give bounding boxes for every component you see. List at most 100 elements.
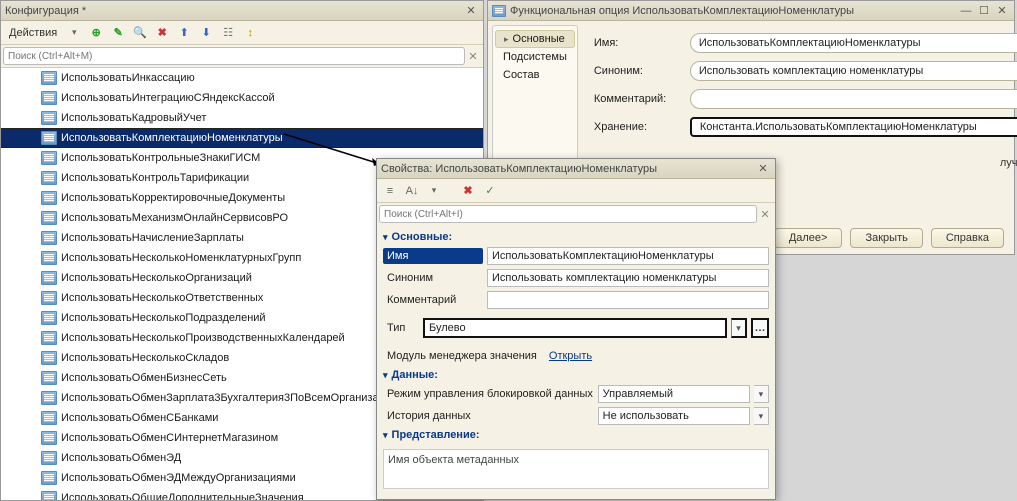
tree-item-label: ИспользоватьОбменБизнесСеть (61, 372, 227, 384)
tree-item[interactable]: ИспользоватьКомплектациюНоменклатуры (1, 128, 483, 148)
search-clear-icon[interactable]: ✕ (465, 50, 481, 63)
prop-type-input[interactable] (423, 318, 727, 338)
edit-icon[interactable]: ✎ (109, 24, 127, 42)
properties-icon[interactable]: ☷ (219, 24, 237, 42)
tree-item-icon (41, 271, 57, 285)
tree-item-label: ИспользоватьКорректировочныеДокументы (61, 192, 285, 204)
prop-type-label: Тип (383, 322, 419, 334)
tree-item-icon (41, 191, 57, 205)
open-module-link[interactable]: Открыть (549, 350, 592, 362)
fo-nav-content[interactable]: Состав (493, 66, 577, 84)
tree-item-label: ИспользоватьКонтрольТарификации (61, 172, 249, 184)
history-dropdown-icon[interactable]: ▾ (754, 407, 769, 425)
find-icon[interactable]: 🔍 (131, 24, 149, 42)
tree-item-label: ИспользоватьНесколькоНоменклатурныхГрупп (61, 252, 301, 264)
close-icon[interactable]: ✕ (994, 3, 1010, 19)
prop-comment-input[interactable] (487, 291, 769, 309)
tree-item-label: ИспользоватьОбменЗарплата3Бухгалтерия3По… (61, 392, 405, 404)
tree-item[interactable]: ИспользоватьИнтеграциюСЯндексКассой (1, 88, 483, 108)
props-title: Свойства: ИспользоватьКомплектациюНоменк… (381, 163, 657, 175)
fo-name-input[interactable] (690, 33, 1017, 53)
fo-storage-input[interactable] (690, 117, 1017, 137)
maximize-icon[interactable]: ☐ (976, 3, 992, 19)
fo-synonym-input[interactable] (690, 61, 1017, 81)
tree-item-icon (41, 91, 57, 105)
section-main[interactable]: Основные: (383, 229, 769, 245)
dropdown-icon[interactable]: ▾ (425, 182, 443, 200)
type-ellipsis-button[interactable]: … (751, 318, 769, 338)
tree-item-label: ИспользоватьОбменЭД (61, 452, 181, 464)
clear-icon[interactable]: ✖ (459, 182, 477, 200)
fo-synonym-label: Синоним: (594, 65, 684, 77)
tree-item-label: ИспользоватьКомплектациюНоменклатуры (61, 132, 283, 144)
delete-icon[interactable]: ✖ (153, 24, 171, 42)
categories-icon[interactable]: ≡ (381, 182, 399, 200)
tree-item-label: ИспользоватьМеханизмОнлайнСервисовРО (61, 212, 288, 224)
fo-button-bar: Далее> Закрыть Справка (774, 228, 1004, 248)
prop-synonym-input[interactable] (487, 269, 769, 287)
fo-title: Функциональная опция ИспользоватьКомплек… (510, 5, 854, 17)
tree-item-label: ИспользоватьНесколькоПодразделений (61, 312, 266, 324)
apply-icon[interactable]: ✓ (481, 182, 499, 200)
actions-menu[interactable]: Действия (5, 27, 61, 39)
tree-item-icon (41, 451, 57, 465)
tree-item[interactable]: ИспользоватьКадровыйУчет (1, 108, 483, 128)
tree-item-label: ИспользоватьИнтеграциюСЯндексКассой (61, 92, 275, 104)
alphabet-icon[interactable]: A↓ (403, 182, 421, 200)
config-search-row: ✕ (1, 45, 483, 67)
tree-item-icon (41, 371, 57, 385)
minimize-icon[interactable]: — (958, 3, 974, 19)
help-button[interactable]: Справка (931, 228, 1004, 248)
props-search-row: ✕ (377, 203, 775, 225)
close-icon[interactable]: ✕ (755, 161, 771, 177)
next-button[interactable]: Далее> (774, 228, 843, 248)
config-titlebar: Конфигурация * ✕ (1, 1, 483, 21)
tree-item-icon (41, 251, 57, 265)
tree-item-icon (41, 291, 57, 305)
tree-item-label: ИспользоватьНачислениеЗарплаты (61, 232, 244, 244)
add-icon[interactable]: ⊕ (87, 24, 105, 42)
tree-item-icon (41, 331, 57, 345)
config-search-input[interactable] (3, 47, 465, 65)
props-search-input[interactable] (379, 205, 757, 223)
config-toolbar: Действия ▾ ⊕ ✎ 🔍 ✖ ⬆ ⬇ ☷ ↕ (1, 21, 483, 45)
prop-lockmode-input[interactable] (598, 385, 750, 403)
tree-item-label: ИспользоватьИнкассацию (61, 72, 195, 84)
close-icon[interactable]: ✕ (463, 3, 479, 19)
tree-item[interactable]: ИспользоватьИнкассацию (1, 68, 483, 88)
tree-item-label: ИспользоватьОбменЭДМеждуОрганизациями (61, 472, 296, 484)
up-icon[interactable]: ⬆ (175, 24, 193, 42)
tree-item-icon (41, 151, 57, 165)
down-icon[interactable]: ⬇ (197, 24, 215, 42)
tree-item-label: ИспользоватьНесколькоСкладов (61, 352, 229, 364)
tree-item-icon (41, 71, 57, 85)
tree-item-icon (41, 351, 57, 365)
close-button[interactable]: Закрыть (850, 228, 922, 248)
prop-history-label: История данных (383, 410, 594, 422)
fo-title-icon (492, 5, 506, 17)
lockmode-dropdown-icon[interactable]: ▾ (754, 385, 769, 403)
tree-item-icon (41, 131, 57, 145)
fo-comment-input[interactable] (690, 89, 1017, 109)
type-dropdown-icon[interactable]: ▾ (731, 318, 747, 338)
tree-item-icon (41, 391, 57, 405)
props-body: Основные: Имя Синоним Комментарий Тип ▾ … (377, 225, 775, 499)
prop-history-input[interactable] (598, 407, 750, 425)
tree-item-label: ИспользоватьОбменСИнтернетМагазином (61, 432, 278, 444)
fo-nav-main[interactable]: Основные (495, 30, 575, 48)
tree-item-icon (41, 431, 57, 445)
tree-item-label: ИспользоватьНесколькоОрганизаций (61, 272, 252, 284)
tree-item-icon (41, 471, 57, 485)
fo-comment-label: Комментарий: (594, 93, 684, 105)
prop-description-box: Имя объекта метаданных (383, 449, 769, 489)
prop-name-input[interactable] (487, 247, 769, 265)
dropdown-icon[interactable]: ▾ (65, 24, 83, 42)
sort-icon[interactable]: ↕ (241, 24, 259, 42)
section-data[interactable]: Данные: (383, 367, 769, 383)
prop-comment-label: Комментарий (383, 294, 483, 306)
tree-item-label: ИспользоватьНесколькоПроизводственныхКал… (61, 332, 345, 344)
fo-nav-subsystems[interactable]: Подсистемы (493, 48, 577, 66)
section-presentation[interactable]: Представление: (383, 427, 769, 443)
search-clear-icon[interactable]: ✕ (757, 208, 773, 221)
module-manager-label: Модуль менеджера значения (383, 350, 537, 362)
